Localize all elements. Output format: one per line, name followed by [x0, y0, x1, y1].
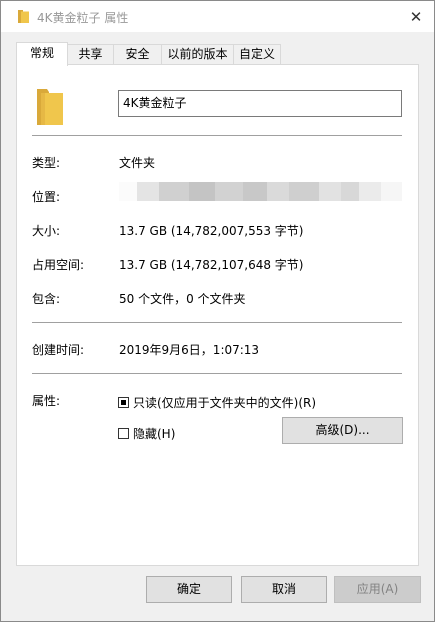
disk-size-label: 占用空间:	[32, 258, 85, 272]
disk-size-value: 13.7 GB (14,782,107,648 字节)	[119, 258, 304, 272]
tab-general[interactable]: 常规	[16, 42, 68, 66]
folder-icon	[18, 10, 29, 23]
tab-previous-versions[interactable]: 以前的版本	[161, 44, 234, 64]
apply-button: 应用(A)	[334, 576, 421, 603]
size-value: 13.7 GB (14,782,007,553 字节)	[119, 224, 304, 238]
location-label: 位置:	[32, 190, 61, 204]
divider	[32, 373, 402, 374]
divider	[32, 135, 402, 136]
title-bar[interactable]: 4K黄金粒子 属性 ✕	[1, 1, 434, 32]
tab-sharing[interactable]: 共享	[67, 44, 114, 64]
folder-name-field[interactable]: 4K黄金粒子	[118, 90, 402, 117]
location-value-redacted	[119, 182, 402, 201]
tab-security[interactable]: 安全	[113, 44, 162, 64]
tab-strip: 常规 共享 安全 以前的版本 自定义	[16, 42, 418, 66]
window-title: 4K黄金粒子 属性	[37, 11, 129, 25]
contains-value: 50 个文件，0 个文件夹	[119, 292, 246, 306]
properties-dialog: 4K黄金粒子 属性 ✕ 常规 共享 安全 以前的版本 自定义 4K黄金粒子 类型…	[0, 0, 435, 622]
ok-button[interactable]: 确定	[146, 576, 232, 603]
type-value: 文件夹	[119, 156, 156, 170]
hidden-label: 隐藏(H)	[133, 427, 176, 441]
size-label: 大小:	[32, 224, 61, 238]
checkbox-icon[interactable]	[118, 428, 129, 439]
divider	[32, 322, 402, 323]
close-icon[interactable]: ✕	[406, 7, 426, 27]
checkbox-indeterminate-icon[interactable]	[118, 397, 129, 408]
attributes-label: 属性:	[32, 394, 61, 408]
cancel-button[interactable]: 取消	[241, 576, 327, 603]
folder-icon	[37, 89, 63, 125]
advanced-button[interactable]: 高级(D)...	[282, 417, 403, 444]
readonly-checkbox[interactable]: 只读(仅应用于文件夹中的文件)(R)	[118, 394, 316, 411]
hidden-checkbox[interactable]: 隐藏(H)	[118, 425, 175, 442]
contains-label: 包含:	[32, 292, 61, 306]
tab-customize[interactable]: 自定义	[233, 44, 281, 64]
type-label: 类型:	[32, 156, 61, 170]
readonly-label: 只读(仅应用于文件夹中的文件)(R)	[133, 396, 317, 410]
general-panel: 4K黄金粒子 类型: 文件夹 位置: 大小: 13.7 GB (14,782,0…	[16, 64, 419, 566]
created-label: 创建时间:	[32, 343, 85, 357]
created-value: 2019年9月6日，1:07:13	[119, 343, 260, 357]
